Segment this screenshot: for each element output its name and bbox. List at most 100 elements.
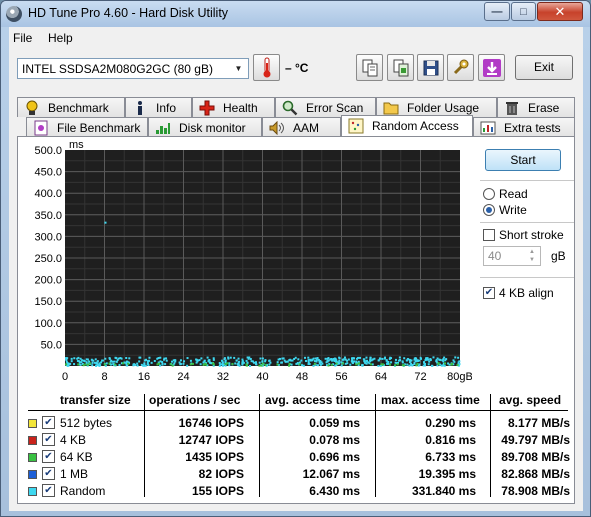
data-point-random bbox=[268, 363, 271, 366]
tab-aam[interactable]: AAM bbox=[262, 117, 341, 137]
download-button[interactable] bbox=[478, 54, 505, 81]
series-checkbox[interactable]: ✔ bbox=[42, 433, 55, 446]
data-point-random bbox=[234, 362, 237, 365]
data-point-random bbox=[144, 364, 147, 367]
data-point-random bbox=[179, 359, 182, 362]
data-point-64-kb bbox=[456, 364, 459, 367]
data-point-random bbox=[298, 361, 301, 364]
tab-benchmark[interactable]: Benchmark bbox=[17, 97, 125, 117]
align-checkbox[interactable]: ✔ bbox=[483, 287, 495, 299]
series-checkbox[interactable]: ✔ bbox=[42, 467, 55, 480]
exit-button[interactable]: Exit bbox=[515, 55, 573, 80]
data-point-random bbox=[186, 357, 189, 360]
copy-image-icon bbox=[393, 59, 408, 76]
menu-file[interactable]: File bbox=[13, 31, 32, 45]
tab-disk-monitor[interactable]: Disk monitor bbox=[148, 117, 262, 137]
tab-folder-usage[interactable]: Folder Usage bbox=[376, 97, 497, 117]
short-stroke-checkbox[interactable] bbox=[483, 229, 495, 241]
drive-select-value: INTEL SSDSA2M080G2GC (80 gB) bbox=[22, 62, 213, 76]
tab-aam-label: AAM bbox=[293, 121, 320, 135]
data-point-random bbox=[418, 359, 421, 362]
data-point-random bbox=[92, 359, 95, 362]
chevron-down-icon: ▼ bbox=[234, 64, 243, 73]
data-point-random bbox=[227, 356, 230, 359]
row-avg-value: 0.078 ms bbox=[309, 433, 360, 447]
y-tick-label: 450.0 bbox=[34, 167, 62, 179]
data-point-random bbox=[369, 356, 372, 359]
data-point-64-kb bbox=[77, 363, 80, 366]
tab-random-access[interactable]: Random Access bbox=[341, 115, 473, 137]
tab-file-benchmark[interactable]: File Benchmark bbox=[26, 117, 148, 137]
row-ops-value: 82 IOPS bbox=[198, 467, 244, 481]
series-checkbox[interactable]: ✔ bbox=[42, 484, 55, 497]
data-point-random bbox=[321, 362, 324, 365]
data-point-random bbox=[316, 364, 319, 367]
menu-help[interactable]: Help bbox=[48, 31, 73, 45]
speaker-icon bbox=[269, 120, 285, 136]
data-point-random bbox=[448, 363, 451, 366]
minimize-button[interactable]: — bbox=[484, 2, 510, 21]
data-point-random bbox=[85, 361, 88, 364]
tab-extra-tests[interactable]: Extra tests bbox=[473, 117, 575, 137]
y-tick-label: 300.0 bbox=[34, 231, 62, 243]
data-point-random bbox=[246, 361, 249, 364]
data-point-random bbox=[186, 364, 189, 367]
data-point-random bbox=[390, 361, 393, 364]
row-ops-value: 12747 IOPS bbox=[178, 433, 244, 447]
health-icon bbox=[199, 100, 215, 116]
series-checkbox[interactable]: ✔ bbox=[42, 450, 55, 463]
data-point-64-kb bbox=[205, 363, 208, 366]
tab-error-scan[interactable]: Error Scan bbox=[275, 97, 376, 117]
write-radio[interactable] bbox=[483, 204, 495, 216]
data-point-random bbox=[309, 358, 312, 361]
save-button[interactable] bbox=[417, 54, 444, 81]
data-point-64-kb bbox=[402, 364, 405, 367]
data-point-64-kb bbox=[261, 362, 264, 365]
data-point-random bbox=[115, 357, 118, 360]
data-point-random bbox=[338, 356, 341, 359]
close-button[interactable]: ✕ bbox=[537, 2, 583, 21]
temperature-button[interactable] bbox=[253, 54, 280, 81]
data-point-random bbox=[206, 356, 209, 359]
data-point-random bbox=[290, 359, 293, 362]
header-max-access: max. access time bbox=[381, 393, 480, 407]
series-checkbox[interactable]: ✔ bbox=[42, 416, 55, 429]
hd-tune-logo-icon bbox=[6, 6, 22, 22]
data-point-random bbox=[454, 356, 457, 359]
tab-erase[interactable]: Erase bbox=[497, 97, 575, 117]
options-button[interactable] bbox=[447, 54, 474, 81]
drive-select[interactable]: INTEL SSDSA2M080G2GC (80 gB) ▼ bbox=[17, 58, 249, 79]
data-point-random bbox=[147, 363, 150, 366]
data-point-random bbox=[100, 361, 103, 364]
data-point-64-kb bbox=[313, 362, 316, 365]
read-radio[interactable] bbox=[483, 188, 495, 200]
data-point-random bbox=[340, 364, 343, 367]
start-button[interactable]: Start bbox=[485, 149, 561, 171]
data-point-random bbox=[324, 357, 327, 360]
data-point-64-kb bbox=[437, 362, 440, 365]
data-point-random bbox=[334, 358, 337, 361]
spin-up-icon[interactable]: ▲ bbox=[525, 248, 539, 256]
data-point-64-kb bbox=[330, 363, 333, 366]
data-point-random bbox=[425, 357, 428, 360]
data-point-random bbox=[138, 360, 141, 363]
data-point-64-kb bbox=[84, 363, 87, 366]
data-point-random bbox=[195, 361, 198, 364]
save-icon bbox=[423, 60, 438, 75]
data-point-random bbox=[91, 361, 94, 364]
short-stroke-size-input[interactable]: 40 ▲ ▼ bbox=[483, 246, 541, 266]
x-tick-label: 48 bbox=[296, 371, 308, 383]
spin-down-icon[interactable]: ▼ bbox=[525, 256, 539, 264]
data-point-random bbox=[410, 363, 413, 366]
copy-screenshot-button[interactable] bbox=[387, 54, 414, 81]
data-point-64-kb bbox=[245, 363, 248, 366]
tab-health[interactable]: Health bbox=[192, 97, 275, 117]
header-operations: operations / sec bbox=[149, 393, 241, 407]
data-point-random bbox=[73, 363, 76, 366]
copy-info-button[interactable] bbox=[356, 54, 383, 81]
data-point-random bbox=[77, 356, 80, 359]
data-point-64-kb bbox=[288, 364, 291, 367]
tab-info[interactable]: Info bbox=[125, 97, 192, 117]
data-point-random bbox=[377, 359, 380, 362]
maximize-button[interactable]: □ bbox=[511, 2, 536, 21]
